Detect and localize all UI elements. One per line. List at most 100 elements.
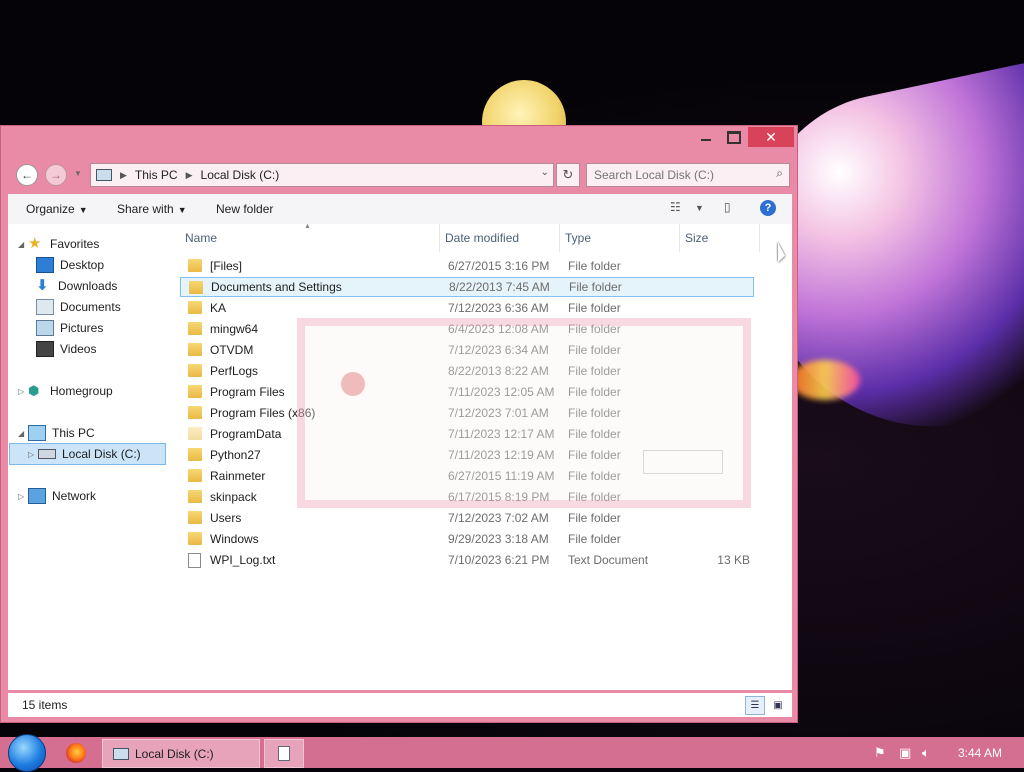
address-dropdown-icon[interactable]: ⌄ (541, 167, 549, 178)
volume-icon[interactable]: 🔈︎ (922, 745, 930, 761)
taskbar-explorer-task[interactable]: Local Disk (C:) (102, 739, 260, 768)
details-view-button[interactable]: ☰ (745, 696, 765, 715)
nav-homegroup[interactable]: ▷ ⬢ Homegroup (18, 381, 113, 401)
nav-videos[interactable]: Videos (36, 339, 96, 359)
drive-icon (113, 747, 129, 760)
status-bar: 15 items ☰ ▣ (8, 693, 792, 717)
table-row[interactable]: Users 7/12/2023 7:02 AM File folder (180, 508, 754, 528)
nav-documents-label: Documents (60, 300, 121, 314)
back-icon: ← (21, 168, 33, 182)
file-type: Text Document (568, 553, 649, 567)
collapse-icon[interactable]: ◢ (18, 240, 28, 249)
breadcrumb-separator-icon: ▶ (120, 169, 127, 180)
column-header-size[interactable]: Size (680, 224, 760, 252)
documents-icon (36, 299, 54, 315)
taskbar-notepad-task[interactable] (264, 739, 304, 768)
file-name: Program Files (210, 385, 285, 399)
table-row[interactable]: WPI_Log.txt 7/10/2023 6:21 PM Text Documen… (180, 550, 754, 570)
organize-button[interactable]: Organize ▼ (26, 202, 88, 216)
large-icons-view-button[interactable]: ▣ (768, 696, 788, 715)
expand-icon[interactable]: ▷ (18, 387, 28, 396)
start-button[interactable] (8, 734, 46, 772)
star-icon: ★ (28, 235, 42, 252)
taskbar: Local Disk (C:) ⚑ ▣ 🔈︎ 3:44 AM (0, 734, 1024, 772)
nav-desktop[interactable]: Desktop (36, 255, 104, 275)
breadcrumb-local-disk[interactable]: Local Disk (C:) (201, 168, 280, 182)
minimize-button[interactable] (692, 127, 720, 147)
address-bar[interactable]: ▶ This PC ▶ Local Disk (C:) ⌄ (90, 163, 554, 187)
nav-homegroup-label: Homegroup (50, 384, 113, 398)
folder-icon (188, 490, 202, 503)
videos-icon (36, 341, 54, 357)
flag-icon[interactable]: ⚑ (874, 745, 886, 761)
file-name: mingw64 (210, 322, 259, 336)
table-row[interactable]: KA 7/12/2023 6:36 AM File folder (180, 298, 754, 318)
maximize-button[interactable] (720, 127, 748, 147)
file-type: File folder (568, 259, 621, 273)
computer-icon (96, 169, 112, 181)
nav-documents[interactable]: Documents (36, 297, 121, 317)
folder-icon (188, 259, 202, 272)
refresh-button[interactable]: ↻ (556, 163, 580, 187)
taskbar-task-label: Local Disk (C:) (135, 746, 214, 761)
wallpaper-swirl-glow (790, 360, 860, 400)
nav-downloads-label: Downloads (58, 279, 118, 293)
sort-ascending-icon: ▲ (304, 223, 311, 230)
text-file-icon (188, 553, 201, 568)
share-with-button[interactable]: Share with ▼ (117, 202, 187, 216)
nav-network-label: Network (52, 489, 97, 503)
expand-icon[interactable]: ▷ (28, 450, 38, 459)
firefox-icon[interactable] (66, 743, 86, 763)
table-row[interactable]: Documents and Settings 8/22/2013 7:45 AM F… (180, 277, 754, 297)
file-size: 13 KB (717, 553, 750, 567)
file-date: 7/10/2023 6:21 PM (448, 553, 550, 567)
network-icon[interactable]: ▣ (899, 745, 911, 761)
file-date: 7/12/2023 6:36 AM (448, 301, 549, 315)
nav-local-disk-label: Local Disk (C:) (62, 447, 141, 461)
chevron-down-icon: ▼ (177, 205, 187, 215)
breadcrumb-this-pc[interactable]: This PC (135, 168, 178, 182)
recent-locations-button[interactable]: ▼ (74, 169, 82, 178)
folder-icon (188, 448, 202, 461)
refresh-icon: ↻ (562, 167, 574, 182)
expand-icon[interactable]: ▷ (18, 492, 28, 501)
search-input[interactable] (587, 164, 766, 186)
forward-button[interactable]: → (45, 164, 67, 186)
table-row[interactable]: [Files] 6/27/2015 3:16 PM File folder (180, 256, 754, 276)
column-header-type[interactable]: Type (560, 224, 680, 252)
clock[interactable]: 3:44 AM (958, 746, 1002, 760)
close-button[interactable]: ✕ (748, 127, 794, 147)
change-view-button[interactable]: ☷ (670, 200, 681, 214)
nav-downloads[interactable]: ⬇ Downloads (36, 276, 117, 296)
search-icon[interactable]: ⌕ (776, 166, 783, 181)
folder-icon (188, 406, 202, 419)
nav-this-pc[interactable]: ◢ This PC (18, 423, 95, 443)
help-icon[interactable]: ? (760, 200, 776, 216)
nav-this-pc-label: This PC (52, 426, 95, 440)
nav-network[interactable]: ▷ Network (18, 486, 96, 506)
nav-local-disk[interactable]: ▷ Local Disk (C:) (9, 443, 166, 465)
nav-pictures[interactable]: Pictures (36, 318, 103, 338)
table-row[interactable]: Windows 9/29/2023 3:18 AM File folder (180, 529, 754, 549)
folder-icon (188, 301, 202, 314)
file-name: Users (210, 511, 242, 525)
item-count: 15 items (22, 698, 68, 712)
drive-icon (38, 449, 56, 459)
new-folder-button[interactable]: New folder (216, 202, 273, 216)
preview-pane-button[interactable]: ▯ (724, 200, 731, 214)
file-name: Python27 (210, 448, 261, 462)
file-name: WPI_Log.txt (210, 553, 276, 567)
address-row: ← → ▼ ▶ This PC ▶ Local Disk (C:) ⌄ ↻ ⌕ (8, 160, 792, 190)
file-name: Rainmeter (210, 469, 266, 483)
collapse-icon[interactable]: ◢ (18, 429, 28, 438)
nav-desktop-label: Desktop (60, 258, 105, 272)
network-icon (28, 488, 46, 504)
file-type: File folder (569, 280, 622, 294)
nav-favorites[interactable]: ◢ ★ Favorites (18, 234, 99, 254)
column-header-name[interactable]: Name ▲ (180, 223, 440, 252)
search-box[interactable]: ⌕ (586, 163, 790, 187)
view-options-dropdown[interactable]: ▼ (695, 203, 704, 213)
back-button[interactable]: ← (16, 164, 38, 186)
column-header-date[interactable]: Date modified (440, 224, 560, 252)
folder-icon (188, 343, 202, 356)
